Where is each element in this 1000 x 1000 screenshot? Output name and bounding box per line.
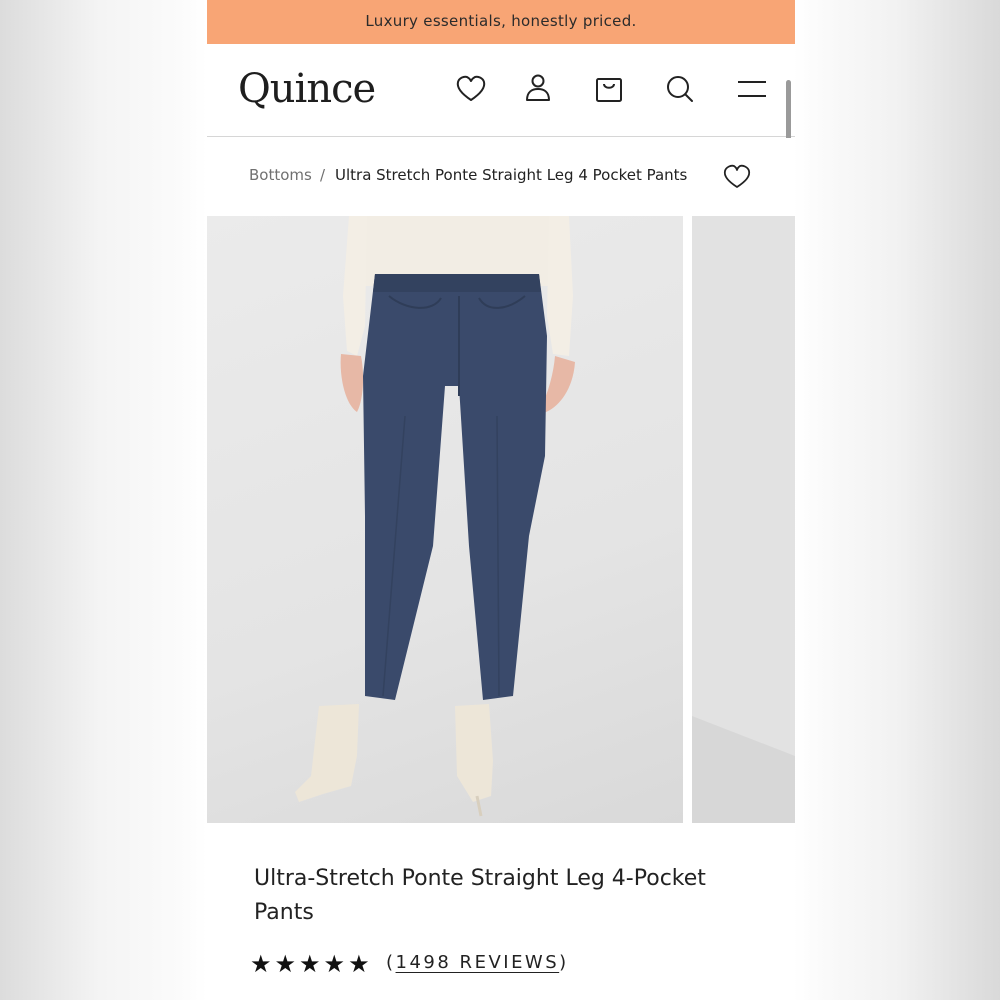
- search-icon[interactable]: [663, 72, 697, 106]
- hamburger-menu-icon[interactable]: [735, 72, 769, 106]
- breadcrumb: Bottoms / Ultra Stretch Ponte Straight L…: [207, 138, 795, 216]
- breadcrumb-link-bottoms[interactable]: Bottoms: [249, 166, 312, 184]
- pants-photo-illustration: [295, 216, 575, 817]
- promo-banner[interactable]: Luxury essentials, honestly priced.: [207, 0, 795, 44]
- reviews-count-label[interactable]: 1498 REVIEWS: [396, 952, 560, 973]
- reviews-close-paren: ): [559, 952, 569, 973]
- reviews-open-paren: (: [386, 952, 396, 973]
- account-user-icon[interactable]: [521, 72, 555, 106]
- product-image-main[interactable]: [207, 216, 683, 823]
- product-title: Ultra-Stretch Ponte Straight Leg 4-Pocke…: [254, 866, 706, 925]
- mobile-viewport: Luxury essentials, honestly priced. Quin…: [207, 0, 795, 1000]
- next-photo-illustration: [692, 216, 795, 823]
- favorite-heart-icon[interactable]: [722, 162, 752, 192]
- promo-text: Luxury essentials, honestly priced.: [365, 12, 637, 30]
- reviews-link[interactable]: (1498 REVIEWS): [386, 952, 569, 973]
- product-image-next[interactable]: [692, 216, 795, 823]
- wishlist-heart-icon[interactable]: [454, 72, 488, 106]
- quince-logo[interactable]: Quince: [238, 66, 376, 112]
- site-header: Quince: [207, 44, 795, 154]
- breadcrumb-current: Ultra Stretch Ponte Straight Leg 4 Pocke…: [335, 166, 688, 184]
- breadcrumb-separator: /: [320, 166, 326, 184]
- rating-stars: ★★★★★: [250, 950, 373, 978]
- shopping-bag-icon[interactable]: [592, 72, 626, 106]
